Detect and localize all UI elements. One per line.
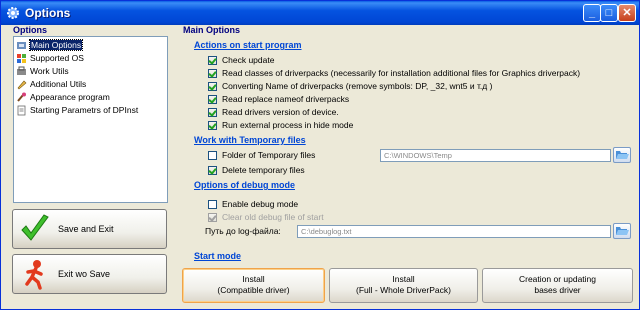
read-drivers-version-checkbox[interactable]: Read drivers version of device. (208, 106, 339, 118)
checkbox-label: Run external process in hide mode (222, 120, 354, 130)
minimize-icon: _ (588, 7, 596, 19)
checkbox-label: Enable debug mode (222, 199, 299, 209)
window-title: Options (25, 6, 71, 20)
save-and-exit-button[interactable]: Save and Exit (12, 209, 167, 249)
tree-item-additional-utils[interactable]: Additional Utils (16, 78, 86, 90)
checkmark-icon (21, 214, 49, 241)
tree-item-supported-os[interactable]: Supported OS (16, 52, 84, 64)
exit-without-save-label: Exit wo Save (58, 269, 111, 279)
checkbox-label: Clear old debug file of start (222, 212, 324, 222)
hide-mode-checkbox[interactable]: Run external process in hide mode (208, 119, 353, 131)
converting-name-checkbox[interactable]: Converting Name of driverpacks (remove s… (208, 80, 492, 92)
check-update-checkbox[interactable]: Check update (208, 54, 274, 66)
folder-open-icon (616, 227, 629, 235)
mode-button-line1: Install (242, 274, 265, 284)
checkbox-box[interactable] (208, 94, 217, 104)
checkbox-box[interactable] (208, 150, 217, 160)
mode-button-line1: Creation or updating (518, 274, 597, 284)
start-mode-title: Start mode (194, 251, 242, 261)
windows-icon (17, 53, 26, 63)
maximize-icon: □ (605, 7, 613, 19)
create-update-bases-button[interactable]: Creation or updating bases driver (482, 268, 633, 303)
temp-folder-checkbox[interactable]: Folder of Temporary files (208, 149, 315, 161)
delete-temp-checkbox[interactable]: Delete temporary files (208, 164, 305, 176)
mode-button-line2: (Full - Whole DriverPack) (356, 285, 451, 295)
save-and-exit-label: Save and Exit (58, 224, 114, 234)
checkbox-box (208, 212, 217, 222)
checkbox-box[interactable] (208, 165, 217, 175)
tree-item-label: Supported OS (30, 53, 84, 63)
install-full-button[interactable]: Install (Full - Whole DriverPack) (329, 268, 478, 303)
mode-button-line2: (Compatible driver) (217, 285, 290, 295)
log-path-browse-button[interactable] (613, 223, 631, 239)
tools-icon (17, 66, 26, 75)
mode-button-line2: bases driver (534, 285, 581, 295)
log-path-input[interactable]: C:\debuglog.txt (297, 225, 611, 238)
checkbox-label: Converting Name of driverpacks (remove s… (222, 81, 493, 91)
checkbox-box[interactable] (208, 81, 217, 91)
tree-item-appearance[interactable]: Appearance program (16, 91, 110, 103)
tree-item-label: Appearance program (30, 92, 110, 102)
options-window: Options _ □ ✕ Options Main Options Suppo… (0, 0, 640, 310)
page-icon (17, 105, 26, 115)
debug-group-title: Options of debug mode (194, 180, 295, 190)
temp-group-title: Work with Temporary files (194, 135, 306, 145)
pencil-icon (17, 80, 27, 89)
maximize-button[interactable]: □ (600, 4, 618, 22)
tree-item-main-options[interactable]: Main Options (16, 39, 84, 51)
checkbox-label: Read classes of driverpacks (necessarily… (222, 68, 581, 78)
mode-button-line1: Install (392, 274, 415, 284)
close-button[interactable]: ✕ (618, 4, 636, 22)
minimize-button[interactable]: _ (583, 4, 601, 22)
running-man-icon (25, 260, 43, 290)
title-bar[interactable]: Options _ □ ✕ (1, 1, 639, 25)
checkbox-box[interactable] (208, 199, 217, 209)
checkbox-box[interactable] (208, 55, 217, 65)
brush-icon (17, 92, 26, 102)
temp-folder-browse-button[interactable] (613, 147, 631, 163)
checkbox-box[interactable] (208, 107, 217, 117)
tree-item-work-utils[interactable]: Work Utils (16, 65, 69, 77)
folder-open-icon (616, 151, 629, 159)
log-path-label: Путь до log-файла: (205, 226, 281, 236)
tree-item-dpinst[interactable]: Starting Parametrs of DPInst (16, 104, 138, 116)
exit-without-save-button[interactable]: Exit wo Save (12, 254, 167, 294)
options-tree[interactable]: Main Options Supported OS Work Utils Add… (13, 36, 168, 203)
checkbox-label: Read replace nameof driverpacks (222, 94, 350, 104)
clear-debug-checkbox: Clear old debug file of start (208, 211, 324, 223)
close-icon: ✕ (622, 7, 632, 19)
read-classes-checkbox[interactable]: Read classes of driverpacks (necessarily… (208, 67, 580, 79)
options-section-title: Options (13, 25, 47, 35)
tree-item-label: Main Options (28, 39, 84, 51)
read-replace-checkbox[interactable]: Read replace nameof driverpacks (208, 93, 349, 105)
actions-group-title: Actions on start program (194, 40, 302, 50)
tree-item-label: Additional Utils (30, 79, 87, 89)
tree-item-label: Work Utils (30, 66, 69, 76)
checkbox-label: Delete temporary files (222, 165, 305, 175)
config-icon (17, 41, 26, 49)
gear-icon (7, 7, 19, 19)
checkbox-label: Read drivers version of device. (222, 107, 339, 117)
checkbox-box[interactable] (208, 68, 217, 78)
checkbox-label: Folder of Temporary files (222, 150, 316, 160)
main-options-title: Main Options (183, 25, 240, 35)
enable-debug-checkbox[interactable]: Enable debug mode (208, 198, 298, 210)
checkbox-box[interactable] (208, 120, 217, 130)
checkbox-label: Check update (222, 55, 275, 65)
install-compatible-button[interactable]: Install (Compatible driver) (182, 268, 325, 303)
temp-folder-input[interactable]: C:\WINDOWS\Temp (380, 149, 611, 162)
tree-item-label: Starting Parametrs of DPInst (30, 105, 139, 115)
